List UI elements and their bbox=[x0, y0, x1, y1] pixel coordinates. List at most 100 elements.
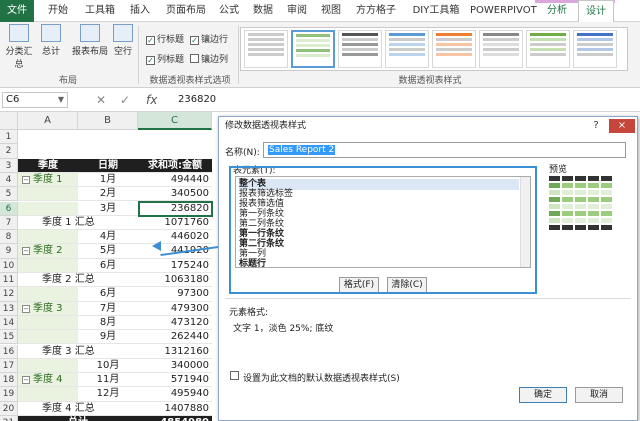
style-swatch[interactable] bbox=[526, 30, 570, 68]
row-header[interactable]: 20 bbox=[0, 401, 18, 416]
row-header[interactable]: 5 bbox=[0, 187, 18, 202]
tab-page-layout[interactable]: 页面布局 bbox=[160, 0, 212, 22]
tab-analyze[interactable]: 分析 bbox=[540, 0, 574, 22]
tab-formulas[interactable]: 公式 bbox=[214, 0, 244, 22]
row-header[interactable]: 19 bbox=[0, 387, 18, 402]
pivot-row-label[interactable] bbox=[18, 358, 78, 374]
amount-cell[interactable]: 175240 bbox=[138, 259, 212, 273]
help-button[interactable]: ? bbox=[587, 119, 605, 133]
report-layout-button[interactable]: 报表布局 bbox=[72, 24, 108, 57]
row-header[interactable]: 16 bbox=[0, 344, 18, 359]
date-cell[interactable]: 2月 bbox=[78, 187, 138, 202]
style-swatch[interactable] bbox=[573, 30, 617, 68]
row-header[interactable]: 13 bbox=[0, 301, 18, 316]
amount-cell[interactable]: 1407880 bbox=[138, 402, 212, 416]
row-header[interactable]: 8 bbox=[0, 230, 18, 245]
row-header[interactable]: 6 bbox=[0, 201, 18, 216]
subtotals-button[interactable]: 分类汇总 bbox=[2, 24, 36, 70]
pivot-row-label[interactable]: − 季度 1 bbox=[18, 172, 78, 188]
banded-rows-checkbox[interactable]: ✓ 镶边行 bbox=[190, 32, 228, 45]
row-header[interactable]: 2 bbox=[0, 144, 18, 159]
date-cell[interactable]: 8月 bbox=[78, 316, 138, 331]
date-cell[interactable] bbox=[78, 345, 138, 359]
amount-cell[interactable]: 1312160 bbox=[138, 345, 212, 359]
tab-fangfang[interactable]: 方方格子 bbox=[350, 0, 402, 22]
column-header-a[interactable]: A bbox=[18, 112, 78, 130]
date-cell[interactable]: 10月 bbox=[78, 359, 138, 374]
row-header[interactable]: 15 bbox=[0, 330, 18, 345]
row-header[interactable]: 9 bbox=[0, 244, 18, 259]
style-swatch[interactable] bbox=[432, 30, 476, 68]
tab-home[interactable]: 开始 bbox=[40, 0, 76, 22]
date-cell[interactable]: 7月 bbox=[78, 302, 138, 316]
amount-cell[interactable]: 97300 bbox=[138, 287, 212, 302]
row-header[interactable]: 11 bbox=[0, 273, 18, 288]
style-swatch[interactable] bbox=[244, 30, 288, 68]
tab-view[interactable]: 视图 bbox=[316, 0, 346, 22]
pivot-row-label[interactable] bbox=[18, 187, 78, 202]
date-cell[interactable]: 11月 bbox=[78, 373, 138, 388]
style-swatch[interactable] bbox=[338, 30, 382, 68]
style-name-input[interactable]: Sales Report 2 bbox=[263, 142, 626, 158]
row-header[interactable]: 4 bbox=[0, 172, 18, 188]
date-cell[interactable] bbox=[78, 402, 138, 416]
ok-button[interactable]: 确定 bbox=[519, 387, 567, 403]
tab-file[interactable]: 文件 bbox=[0, 0, 34, 22]
row-header[interactable]: 12 bbox=[0, 287, 18, 302]
pivot-row-label[interactable] bbox=[18, 330, 78, 345]
row-header[interactable]: 3 bbox=[0, 158, 18, 173]
collapse-icon[interactable]: − bbox=[22, 175, 30, 184]
cancel-button[interactable]: 取消 bbox=[575, 387, 623, 403]
row-header[interactable]: 10 bbox=[0, 258, 18, 273]
blank-rows-button[interactable]: 空行 bbox=[110, 24, 136, 57]
date-cell[interactable]: 6月 bbox=[78, 287, 138, 302]
pivot-row-label[interactable]: − 季度 4 bbox=[18, 373, 78, 388]
pivot-row-label[interactable]: − 季度 2 bbox=[18, 244, 78, 259]
column-headers-checkbox[interactable]: ✓ 列标题 bbox=[146, 52, 184, 65]
date-cell[interactable]: 12月 bbox=[78, 387, 138, 402]
pivot-row-label[interactable] bbox=[18, 258, 78, 273]
collapse-icon[interactable]: − bbox=[22, 304, 30, 313]
row-header[interactable]: 17 bbox=[0, 358, 18, 374]
tab-powerpivot[interactable]: POWERPIVOT bbox=[470, 0, 537, 22]
date-cell[interactable]: 5月 bbox=[78, 244, 138, 259]
pivot-row-label[interactable] bbox=[18, 315, 78, 331]
style-swatch[interactable] bbox=[385, 30, 429, 68]
amount-cell[interactable]: 262440 bbox=[138, 330, 212, 345]
row-header[interactable]: 14 bbox=[0, 315, 18, 331]
date-cell[interactable]: 4月 bbox=[78, 230, 138, 245]
tab-insert[interactable]: 插入 bbox=[124, 0, 156, 22]
tab-review[interactable]: 审阅 bbox=[282, 0, 312, 22]
amount-cell[interactable]: 446020 bbox=[138, 230, 212, 245]
row-header[interactable]: 7 bbox=[0, 215, 18, 231]
date-cell[interactable]: 3月 bbox=[78, 202, 138, 216]
style-swatch-selected[interactable] bbox=[291, 30, 335, 68]
close-button[interactable]: × bbox=[609, 119, 635, 133]
row-header[interactable]: 1 bbox=[0, 130, 18, 145]
enter-icon[interactable]: ✓ bbox=[120, 92, 130, 108]
row-header[interactable]: 18 bbox=[0, 373, 18, 388]
formula-value[interactable]: 236820 bbox=[178, 92, 216, 108]
pivot-row-label[interactable] bbox=[18, 201, 78, 216]
collapse-icon[interactable]: − bbox=[22, 376, 30, 385]
amount-cell[interactable]: 473120 bbox=[138, 316, 212, 331]
grand-totals-button[interactable]: 总计 bbox=[38, 24, 64, 57]
banded-columns-checkbox[interactable]: 镶边列 bbox=[190, 52, 228, 65]
row-header[interactable]: 21 bbox=[0, 416, 18, 421]
pivot-row-label[interactable] bbox=[18, 387, 78, 402]
date-cell[interactable]: 9月 bbox=[78, 330, 138, 345]
default-style-checkbox[interactable] bbox=[230, 371, 239, 380]
amount-cell[interactable]: 495940 bbox=[138, 387, 212, 402]
amount-cell[interactable]: 1063180 bbox=[138, 273, 212, 288]
tab-diy-toolbox[interactable]: DIY工具箱 bbox=[404, 0, 468, 22]
collapse-icon[interactable]: − bbox=[22, 247, 30, 256]
tab-toolbox[interactable]: 工具箱 bbox=[80, 0, 120, 22]
style-swatch[interactable] bbox=[479, 30, 523, 68]
insert-function-icon[interactable]: fx bbox=[146, 92, 157, 108]
amount-cell[interactable]: 479300 bbox=[138, 302, 212, 316]
amount-cell[interactable]: 1071760 bbox=[138, 216, 212, 231]
amount-cell[interactable]: 571940 bbox=[138, 373, 212, 388]
pivot-row-label[interactable] bbox=[18, 287, 78, 302]
date-cell[interactable] bbox=[78, 216, 138, 231]
cancel-icon[interactable]: ✕ bbox=[96, 92, 106, 108]
